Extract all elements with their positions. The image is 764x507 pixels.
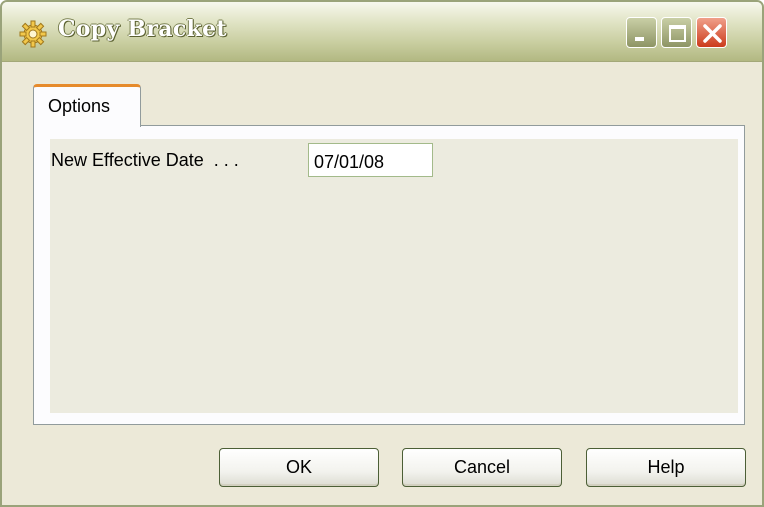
tab-options-label: Options bbox=[48, 96, 111, 116]
tab-options[interactable]: Options bbox=[33, 84, 141, 127]
options-form-area: New Effective Date . . . bbox=[50, 139, 738, 413]
window-title: Copy Bracket bbox=[58, 16, 227, 42]
maximize-button[interactable] bbox=[661, 17, 692, 48]
minimize-icon bbox=[635, 37, 644, 41]
copy-bracket-window: Copy Bracket Options New Effective Date … bbox=[0, 0, 764, 507]
new-effective-date-input[interactable] bbox=[308, 143, 433, 177]
close-icon bbox=[703, 24, 722, 43]
minimize-button[interactable] bbox=[626, 17, 657, 48]
title-bar[interactable]: Copy Bracket bbox=[2, 2, 762, 62]
options-tab-panel: New Effective Date . . . bbox=[33, 125, 745, 425]
close-button[interactable] bbox=[696, 17, 727, 48]
gear-icon[interactable] bbox=[18, 19, 48, 49]
ok-button[interactable]: OK bbox=[219, 448, 379, 487]
new-effective-date-label: New Effective Date . . . bbox=[51, 150, 239, 170]
maximize-icon bbox=[669, 25, 686, 42]
cancel-button[interactable]: Cancel bbox=[402, 448, 562, 487]
help-button[interactable]: Help bbox=[586, 448, 746, 487]
